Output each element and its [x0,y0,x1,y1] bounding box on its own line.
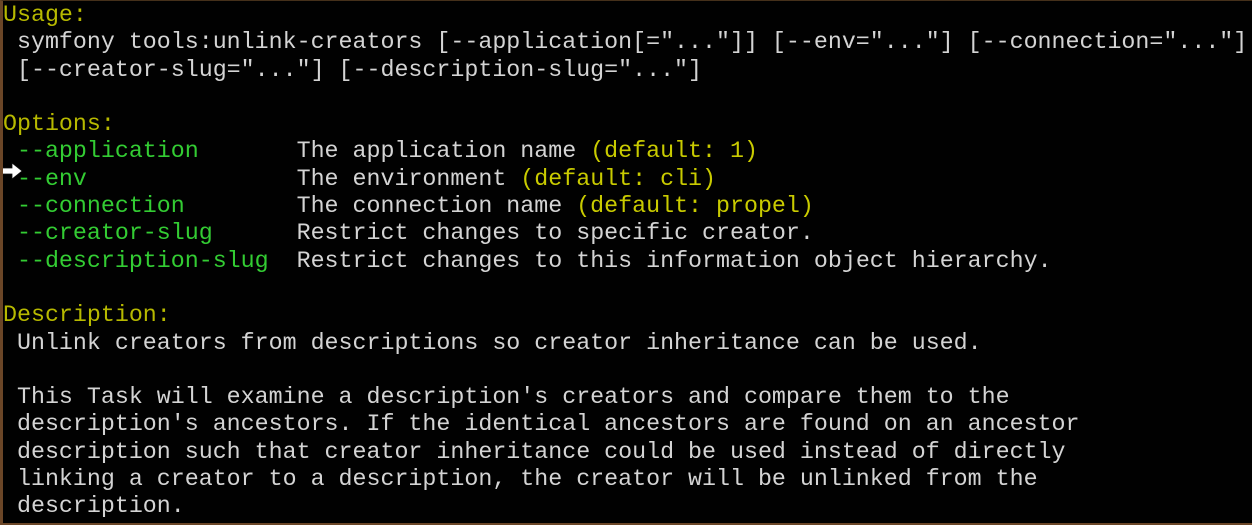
option-row-description-slug: --description-slug Restrict changes to t… [3,248,1252,275]
option-desc: Restrict changes to specific creator. [213,220,814,246]
option-flag: --description-slug [3,248,269,274]
option-flag: --application [3,138,199,164]
option-desc: The application name [199,138,590,164]
option-desc: Restrict changes to this information obj… [269,248,1052,274]
description-para-line: This Task will examine a description's c… [3,384,1252,411]
option-row-env: --env The environment (default: cli) [3,166,1252,193]
option-default: (default: cli) [520,166,716,192]
options-header: Options: [3,111,1252,138]
description-para-line: description's ancestors. If the identica… [3,411,1252,438]
option-flag: --connection [3,193,185,219]
blank-line [3,275,1252,302]
option-row-connection: --connection The connection name (defaul… [3,193,1252,220]
option-default: (default: propel) [576,193,814,219]
option-desc: The environment [87,166,520,192]
option-row-application: --application The application name (defa… [3,138,1252,165]
usage-line-2: [--creator-slug="..."] [--description-sl… [3,57,1252,84]
description-para-line: linking a creator to a description, the … [3,466,1252,493]
option-row-creator-slug: --creator-slug Restrict changes to speci… [3,220,1252,247]
option-desc: The connection name [185,193,576,219]
description-header: Description: [3,302,1252,329]
blank-line [3,357,1252,384]
usage-header: Usage: [3,2,1252,29]
terminal-output: Usage: symfony tools:unlink-creators [--… [3,2,1252,521]
usage-line-1: symfony tools:unlink-creators [--applica… [3,29,1252,56]
arrow-right-cursor-icon [0,162,23,180]
blank-line [3,84,1252,111]
terminal-window[interactable]: Usage: symfony tools:unlink-creators [--… [0,0,1252,525]
description-para-line: description. [3,493,1252,520]
option-default: (default: 1) [590,138,758,164]
description-summary: Unlink creators from descriptions so cre… [3,330,1252,357]
option-flag: --creator-slug [3,220,213,246]
description-para-line: description such that creator inheritanc… [3,439,1252,466]
